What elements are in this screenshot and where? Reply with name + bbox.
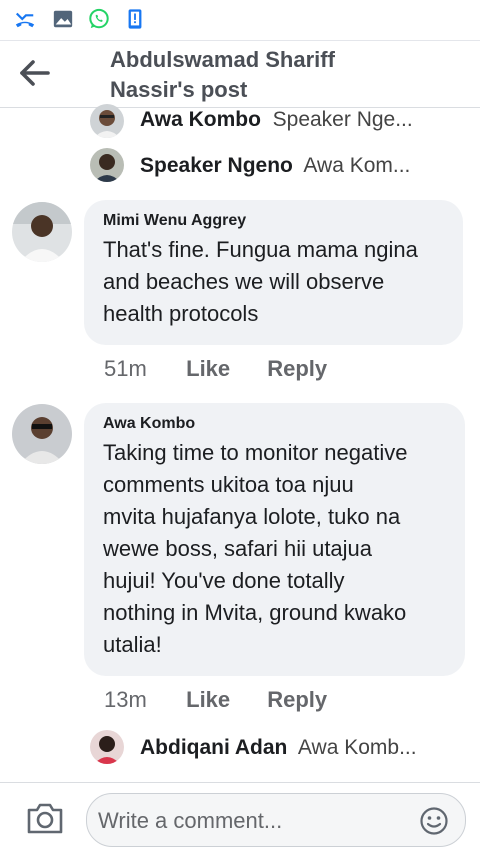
status-bar [0, 0, 480, 40]
avatar[interactable] [12, 404, 72, 464]
comment-text: That's fine. Fungua mama ngina and beach… [103, 234, 463, 330]
reply-author: Awa Kombo [140, 108, 261, 131]
avatar[interactable] [90, 148, 124, 182]
reply-preview-row[interactable]: Awa Kombo Speaker Nge... [0, 104, 480, 152]
reply-author: Speaker Ngeno [140, 154, 293, 177]
comment-line: utalia! [103, 632, 162, 657]
comment-time: 51m [104, 356, 147, 381]
comment-text: Taking time to monitor negative comments… [103, 437, 463, 661]
reply-button[interactable]: Reply [267, 356, 327, 382]
like-button[interactable]: Like [186, 687, 261, 713]
comment-composer: Write a comment... [0, 782, 480, 855]
page-title-line1: Abdulswamad Shariff [110, 47, 335, 72]
missed-call-icon [15, 12, 35, 28]
comment-line: hujui! You've done totally [103, 568, 345, 593]
like-button[interactable]: Like [186, 356, 261, 382]
page-title: Abdulswamad Shariff Nassir's post [110, 45, 450, 105]
comment-bubble[interactable]: Mimi Wenu Aggrey That's fine. Fungua mam… [84, 200, 463, 345]
emoji-icon[interactable] [419, 806, 449, 836]
comment-input-placeholder: Write a comment... [98, 808, 283, 833]
reply-author: Abdiqani Adan [140, 736, 288, 759]
comment-author[interactable]: Mimi Wenu Aggrey [103, 212, 246, 230]
comment-line: comments ukitoa toa njuu [103, 472, 354, 497]
page-title-line2: Nassir's post [110, 77, 248, 102]
reply-preview: Awa Komb... [297, 736, 417, 759]
comment-line: mvita hujafanya lolote, tuko na [103, 504, 401, 529]
comment-bubble[interactable]: Awa Kombo Taking time to monitor negativ… [84, 403, 465, 676]
reply-preview-row[interactable]: Abdiqani Adan Awa Komb... [0, 730, 480, 776]
comment-actions: 13m Like Reply [104, 687, 327, 717]
avatar[interactable] [12, 202, 72, 262]
comment-line: health protocols [103, 301, 259, 326]
post-header: Abdulswamad Shariff Nassir's post [0, 40, 480, 108]
avatar[interactable] [90, 730, 124, 764]
phone-alert-icon [128, 9, 142, 29]
reply-preview: Speaker Nge... [272, 108, 413, 131]
reply-preview-text[interactable]: Awa Kombo Speaker Nge... [140, 106, 460, 134]
comment-line: and beaches we will observe [103, 269, 385, 294]
comment-actions: 51m Like Reply [104, 356, 327, 386]
gallery-icon [53, 10, 73, 28]
comment-time: 13m [104, 687, 147, 712]
comment-line: wewe boss, safari hii utajua [103, 536, 373, 561]
comment-line: That's fine. Fungua mama ngina [103, 237, 418, 262]
reply-preview-text[interactable]: Speaker Ngeno Awa Kom... [140, 152, 460, 180]
reply-preview-row[interactable]: Speaker Ngeno Awa Kom... [0, 148, 480, 194]
comment-line: Taking time to monitor negative [103, 440, 408, 465]
whatsapp-icon [89, 8, 109, 29]
comment-input[interactable]: Write a comment... [86, 793, 466, 847]
reply-button[interactable]: Reply [267, 687, 327, 713]
camera-icon[interactable] [26, 801, 64, 835]
back-arrow-icon[interactable] [18, 59, 52, 87]
reply-preview: Awa Kom... [303, 154, 411, 177]
reply-preview-text[interactable]: Abdiqani Adan Awa Komb... [140, 734, 460, 762]
avatar[interactable] [90, 104, 124, 138]
comment-author[interactable]: Awa Kombo [103, 415, 195, 433]
comment-line: nothing in Mvita, ground kwako [103, 600, 407, 625]
